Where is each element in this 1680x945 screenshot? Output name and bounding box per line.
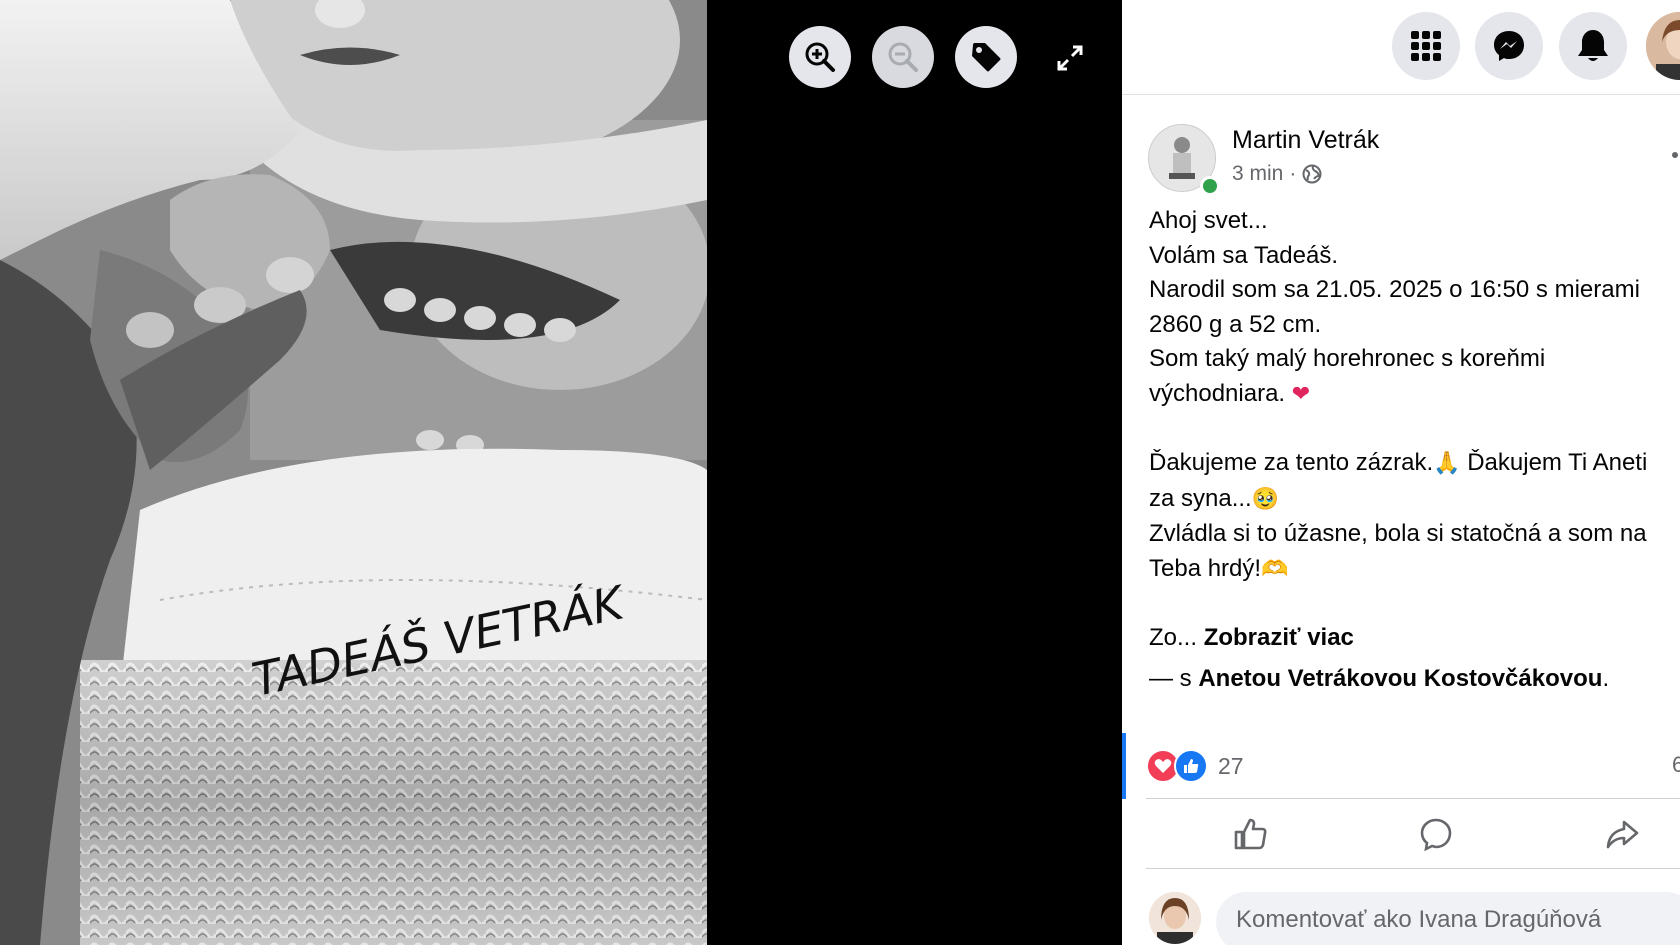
globe-icon [1302,164,1322,184]
see-more-link[interactable]: Zobraziť viac [1204,624,1354,651]
reaction-count[interactable]: 27 [1218,753,1244,780]
comment-placeholder: Komentovať ako Ivana Dragúňová [1236,906,1602,933]
post-line: Teba hrdý!🫶 [1149,552,1680,588]
comment-button[interactable] [1416,814,1456,854]
post-line: Ahoj svet... [1149,207,1268,234]
messenger-icon [1494,31,1524,61]
like-button[interactable] [1230,814,1270,854]
post-line: východniara. ❤ [1149,377,1680,413]
post-line-text: Ďakujem Ti Aneti [1460,449,1648,476]
bell-icon [1578,30,1608,61]
more-options-icon[interactable] [1672,152,1678,158]
heart-hands-emoji: 🫶 [1261,556,1289,582]
top-bar [1122,0,1680,95]
divider [1146,798,1680,799]
share-button[interactable] [1602,814,1642,854]
commenter-avatar-image [1149,892,1201,944]
profile-avatar[interactable] [1646,12,1680,80]
post-line: Volám sa Tadeáš. [1149,241,1339,269]
zoom-in-icon [805,42,835,72]
post-line: Narodil som sa 21.05. 2025 o 16:50 s mie… [1149,276,1640,303]
share-count[interactable]: 6 [1672,752,1680,778]
post-line-text: Ďakujeme za tento zázrak. [1149,449,1434,476]
post-line: Zvládla si to úžasne, bola si statočná a… [1149,520,1647,547]
reactions-summary[interactable]: 27 [1146,748,1244,784]
with-suffix: . [1602,664,1610,692]
commenter-avatar[interactable] [1149,892,1201,944]
post-time[interactable]: 3 min [1232,162,1283,186]
zoom-out-button[interactable] [872,26,934,88]
notifications-button[interactable] [1559,12,1627,80]
share-icon [1606,820,1639,849]
post-text: Ahoj svet... Volám sa Tadeáš. Narodil so… [1149,204,1680,696]
like-icon [1234,818,1267,850]
profile-avatar-image [1646,12,1680,80]
online-status-indicator [1200,176,1220,196]
tear-emoji: 🥹 [1251,486,1280,512]
zoom-out-icon [888,42,918,72]
post-meta: 3 min · [1232,162,1322,186]
post-line: Ďakujeme za tento zázrak.🙏 Ďakujem Ti An… [1149,446,1680,482]
like-reaction-icon [1174,749,1208,783]
menu-button[interactable] [1392,12,1460,80]
post-line: Som taký malý horehronec s koreňmi [1149,345,1546,372]
post-header: Martin Vetrák 3 min · [1148,124,1668,196]
post-line: za syna...🥹 [1149,482,1680,518]
focus-indicator [1122,733,1126,799]
messenger-button[interactable] [1475,12,1543,80]
expand-icon [1057,45,1083,71]
tag-button[interactable] [955,26,1017,88]
truncated-text: Zo... [1149,624,1198,651]
divider [1146,868,1680,869]
tag-icon [972,43,1001,72]
tagged-person-link[interactable]: Anetou Vetrákovou Kostovčákovou [1198,665,1602,692]
comment-input[interactable]: Komentovať ako Ivana Dragúňová [1216,892,1680,945]
post-line-text: východniara. [1149,379,1292,407]
with-prefix: — s [1149,664,1192,692]
zoom-in-button[interactable] [789,26,851,88]
baby-hand-photo: TADEÁŠ VETRÁK [0,0,707,945]
post-photo[interactable]: TADEÁŠ VETRÁK [0,0,707,945]
post-line-text: Teba hrdý! [1149,554,1262,582]
comment-icon [1420,818,1452,852]
post-panel: Martin Vetrák 3 min · Ahoj svet... Volám… [1122,0,1680,945]
post-actions [1146,800,1680,868]
fullscreen-button[interactable] [1052,40,1088,76]
post-line: 2860 g a 52 cm. [1149,310,1322,338]
menu-grid-icon [1411,31,1441,61]
post-line: Zo... Zobraziť viac [1149,621,1680,656]
heart-emoji: ❤ [1291,381,1311,407]
pray-emoji: 🙏 [1433,451,1461,476]
photo-viewer: TADEÁŠ VETRÁK [0,0,1122,945]
author-name[interactable]: Martin Vetrák [1232,126,1379,155]
post-line-text: za syna... [1149,484,1252,512]
post-line: — s Anetou Vetrákovou Kostovčákovou. [1149,662,1680,697]
meta-separator: · [1289,162,1297,185]
